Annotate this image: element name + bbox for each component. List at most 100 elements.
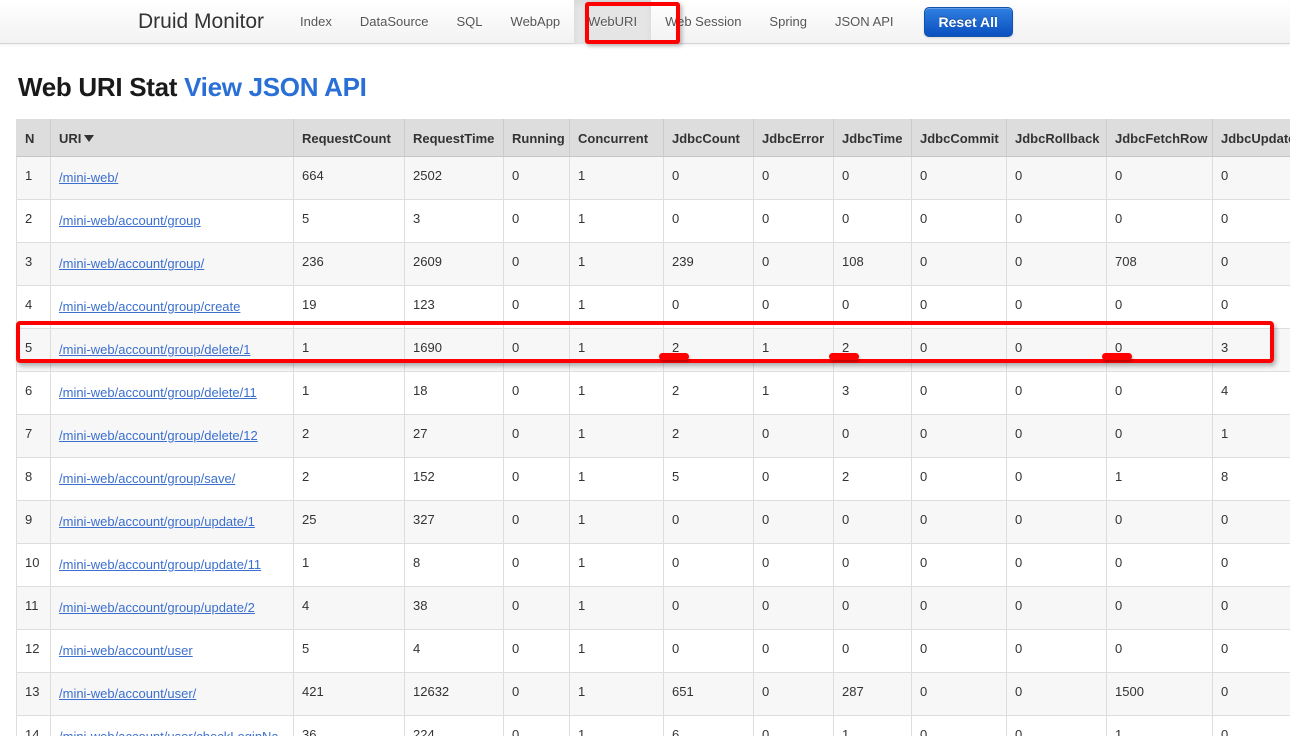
uri-link[interactable]: /mini-web/account/group/update/2: [59, 600, 255, 615]
column-header-n[interactable]: N: [17, 120, 51, 157]
cell-uri: /mini-web/account/user/checkLoginName: [51, 716, 294, 736]
cell-running: 0: [504, 329, 570, 372]
view-json-api-link[interactable]: View JSON API: [184, 72, 367, 102]
column-header-jdbctime[interactable]: JdbcTime: [834, 120, 912, 157]
cell-jdbctime: 108: [834, 243, 912, 286]
web-uri-stat-table: N URI RequestCount RequestTime Running C…: [16, 119, 1290, 736]
brand-title[interactable]: Druid Monitor: [130, 10, 272, 34]
uri-link[interactable]: /mini-web/account/group/delete/12: [59, 428, 258, 443]
cell-jdbcerror: 0: [754, 458, 834, 501]
uri-link[interactable]: /mini-web/account/group/delete/1: [59, 342, 251, 357]
page-title: Web URI Stat View JSON API: [18, 72, 1274, 103]
cell-requestcount: 36: [294, 716, 405, 736]
column-header-running[interactable]: Running: [504, 120, 570, 157]
cell-jdbccommit: 0: [912, 200, 1007, 243]
cell-requestcount: 421: [294, 673, 405, 716]
uri-link[interactable]: /mini-web/account/group: [59, 213, 201, 228]
cell-jdbcerror: 0: [754, 544, 834, 587]
cell-jdbcrollback: 0: [1007, 415, 1107, 458]
cell-uri: /mini-web/account/group/update/2: [51, 587, 294, 630]
cell-requesttime: 152: [405, 458, 504, 501]
nav-item-weburi[interactable]: WebURI: [574, 0, 651, 44]
cell-running: 0: [504, 372, 570, 415]
uri-link[interactable]: /mini-web/account/group/update/11: [59, 557, 261, 572]
uri-link[interactable]: /mini-web/account/group/create: [59, 299, 240, 314]
cell-concurrent: 1: [570, 157, 664, 200]
cell-jdbcfetchrow: 0: [1107, 630, 1213, 673]
uri-link[interactable]: /mini-web/account/user/: [59, 686, 196, 701]
uri-link[interactable]: /mini-web/account/group/update/1: [59, 514, 255, 529]
cell-jdbcupdate: 0: [1213, 501, 1290, 544]
cell-jdbcfetchrow: 0: [1107, 415, 1213, 458]
cell-jdbctime: 0: [834, 286, 912, 329]
cell-jdbcfetchrow: 708: [1107, 243, 1213, 286]
nav-item-spring[interactable]: Spring: [755, 0, 821, 44]
uri-link[interactable]: /mini-web/account/user/checkLoginName: [59, 729, 279, 736]
column-header-jdbccount[interactable]: JdbcCount: [664, 120, 754, 157]
cell-requestcount: 1: [294, 544, 405, 587]
nav-item-sql[interactable]: SQL: [443, 0, 497, 44]
cell-requestcount: 4: [294, 587, 405, 630]
nav-item-json-api[interactable]: JSON API: [821, 0, 908, 44]
column-header-concurrent[interactable]: Concurrent: [570, 120, 664, 157]
uri-link[interactable]: /mini-web/account/group/delete/11: [59, 385, 257, 400]
cell-jdbccount: 0: [664, 544, 754, 587]
cell-jdbccommit: 0: [912, 415, 1007, 458]
cell-jdbcerror: 0: [754, 200, 834, 243]
uri-link[interactable]: /mini-web/: [59, 170, 118, 185]
cell-jdbcfetchrow: 0: [1107, 200, 1213, 243]
nav-item-web-session[interactable]: Web Session: [651, 0, 755, 44]
column-header-jdbcrollback[interactable]: JdbcRollback: [1007, 120, 1107, 157]
cell-requestcount: 2: [294, 415, 405, 458]
table-row: 11/mini-web/account/group/update/2438010…: [17, 587, 1290, 630]
cell-jdbcrollback: 0: [1007, 587, 1107, 630]
cell-jdbccount: 651: [664, 673, 754, 716]
nav-item-webapp[interactable]: WebApp: [497, 0, 575, 44]
column-header-requesttime[interactable]: RequestTime: [405, 120, 504, 157]
column-header-jdbcerror[interactable]: JdbcError: [754, 120, 834, 157]
cell-jdbctime: 1: [834, 716, 912, 736]
cell-jdbccount: 2: [664, 415, 754, 458]
uri-link[interactable]: /mini-web/account/group/save/: [59, 471, 235, 486]
cell-concurrent: 1: [570, 587, 664, 630]
cell-n: 1: [17, 157, 51, 200]
cell-concurrent: 1: [570, 673, 664, 716]
cell-jdbcupdate: 0: [1213, 716, 1290, 736]
cell-jdbcrollback: 0: [1007, 157, 1107, 200]
cell-jdbcupdate: 0: [1213, 157, 1290, 200]
cell-jdbcfetchrow: 1500: [1107, 673, 1213, 716]
column-header-jdbccommit[interactable]: JdbcCommit: [912, 120, 1007, 157]
cell-running: 0: [504, 716, 570, 736]
uri-link[interactable]: /mini-web/account/group/: [59, 256, 204, 271]
table-row: 7/mini-web/account/group/delete/12227012…: [17, 415, 1290, 458]
cell-jdbctime: 0: [834, 157, 912, 200]
nav-item-index[interactable]: Index: [286, 0, 346, 44]
cell-jdbcrollback: 0: [1007, 329, 1107, 372]
column-header-uri[interactable]: URI: [51, 120, 294, 157]
nav-item-datasource[interactable]: DataSource: [346, 0, 443, 44]
cell-uri: /mini-web/account/group/: [51, 243, 294, 286]
cell-jdbcrollback: 0: [1007, 673, 1107, 716]
cell-running: 0: [504, 243, 570, 286]
cell-requestcount: 664: [294, 157, 405, 200]
cell-n: 10: [17, 544, 51, 587]
cell-jdbctime: 0: [834, 200, 912, 243]
table-row: 1/mini-web/6642502010000000: [17, 157, 1290, 200]
cell-jdbccount: 0: [664, 286, 754, 329]
cell-jdbccommit: 0: [912, 458, 1007, 501]
cell-jdbcfetchrow: 0: [1107, 329, 1213, 372]
table-row: 2/mini-web/account/group53010000000: [17, 200, 1290, 243]
column-header-jdbcfetchrow[interactable]: JdbcFetchRow: [1107, 120, 1213, 157]
column-header-requestcount[interactable]: RequestCount: [294, 120, 405, 157]
uri-link[interactable]: /mini-web/account/user: [59, 643, 193, 658]
column-header-jdbcupdate[interactable]: JdbcUpdate: [1213, 120, 1290, 157]
cell-n: 7: [17, 415, 51, 458]
cell-requesttime: 4: [405, 630, 504, 673]
cell-n: 14: [17, 716, 51, 736]
cell-jdbcfetchrow: 0: [1107, 372, 1213, 415]
page-title-text: Web URI Stat: [18, 72, 177, 102]
cell-jdbccount: 0: [664, 630, 754, 673]
cell-jdbcupdate: 0: [1213, 673, 1290, 716]
reset-all-button[interactable]: Reset All: [924, 7, 1013, 37]
cell-running: 0: [504, 501, 570, 544]
